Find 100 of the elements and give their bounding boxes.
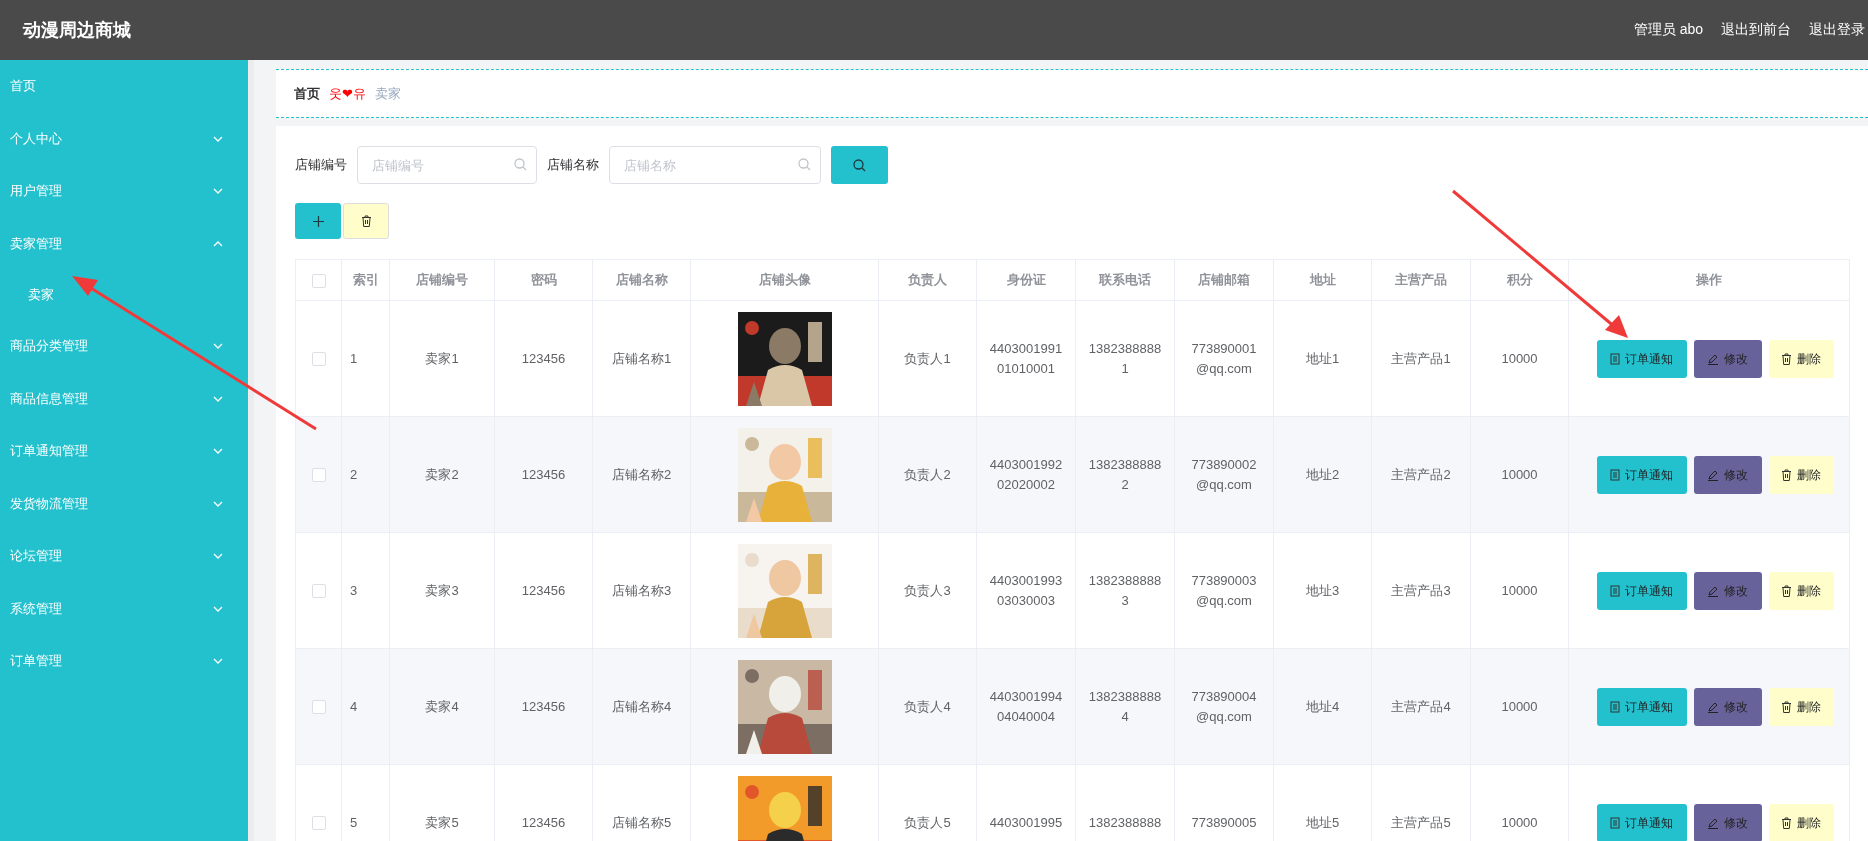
trash-icon [1781,468,1792,481]
chevron-icon [213,240,223,247]
menu-item[interactable]: 系统管理 [0,582,248,635]
table-cell: 10000 [1501,350,1538,366]
table-cell: 773890004@qq.com [1191,688,1257,724]
field-label: 店铺名称 [547,156,599,174]
delete-button[interactable]: 删除 [1768,803,1834,841]
trash-icon [1781,700,1792,713]
menu-item[interactable]: 发货物流管理 [0,477,248,530]
order-notice-button[interactable]: 订单通知 [1596,455,1687,494]
table-cell: 地址1 [1305,350,1340,366]
checkbox[interactable] [311,700,326,715]
document-icon [1610,352,1620,365]
table-cell: 13823888881 [1088,340,1162,376]
edit-button[interactable]: 修改 [1693,571,1762,610]
document-icon [1610,816,1620,829]
checkbox[interactable] [311,816,326,831]
document-icon [1610,700,1620,713]
checkbox[interactable] [311,468,326,483]
checkbox[interactable] [311,273,326,288]
table-cell: 123456 [521,466,566,482]
menu-item[interactable]: 商品分类管理 [0,320,248,373]
table-cell: 13823888884 [1088,688,1162,724]
menu-item[interactable]: 首页 [0,60,248,113]
checkbox[interactable] [311,584,326,599]
breadcrumb-current: 卖家 [374,84,401,103]
chevron-icon [213,343,223,350]
table-cell: 123456 [521,350,566,366]
table-cell: 地址4 [1305,698,1340,714]
delete-button[interactable]: 删除 [1768,571,1834,610]
order-notice-button[interactable]: 订单通知 [1596,339,1687,378]
pen-icon [1707,816,1719,829]
checkbox[interactable] [311,352,326,367]
table-cell: 1382388888 [1088,814,1162,830]
table-cell: 5 [350,814,358,830]
table-cell: 440300199404040004 [989,688,1063,724]
menu-item[interactable]: 个人中心 [0,112,248,165]
chevron-icon [213,658,223,665]
delete-button[interactable] [343,203,389,239]
delete-button[interactable]: 删除 [1768,687,1834,726]
chevron-icon [213,500,223,507]
table-cell: 123456 [521,698,566,714]
search-button[interactable] [831,146,888,184]
menu-item[interactable]: 论坛管理 [0,530,248,583]
header-link[interactable]: 退出到前台 [1721,21,1791,39]
table-cell: 负责人5 [904,814,951,830]
menu-item[interactable]: 商品信息管理 [0,372,248,425]
order-notice-button[interactable]: 订单通知 [1596,803,1687,841]
chevron-icon [213,448,223,455]
column-header: 积分 [1506,272,1533,287]
table-cell: 13823888883 [1088,572,1162,608]
order-notice-button[interactable]: 订单通知 [1596,571,1687,610]
column-header: 联系电话 [1099,272,1151,287]
header-link[interactable]: 退出登录 [1809,21,1865,39]
search-icon [853,158,866,172]
menu-item[interactable]: 订单通知管理 [0,425,248,478]
table-cell: 4 [350,698,358,714]
edit-button[interactable]: 修改 [1693,687,1762,726]
table-cell: 主营产品4 [1391,698,1451,714]
column-header: 负责人 [908,272,947,287]
breadcrumb-link[interactable]: 首页 [294,84,320,103]
plus-icon [312,215,324,227]
table-cell: 440300199101010001 [989,340,1063,376]
chevron-icon [213,188,223,195]
delete-button[interactable]: 删除 [1768,339,1834,378]
table-cell: 地址2 [1305,466,1340,482]
pen-icon [1707,468,1719,481]
app-title: 动漫周边商城 [23,19,132,42]
search-field[interactable]: 店铺名称 [609,146,821,184]
order-notice-button[interactable]: 订单通知 [1596,687,1687,726]
search-icon [514,158,527,171]
submenu-item[interactable]: 卖家 [0,270,248,320]
table-cell: 店铺名称3 [611,582,672,598]
delete-button[interactable]: 删除 [1768,455,1834,494]
search-field[interactable]: 店铺编号 [357,146,537,184]
edit-button[interactable]: 修改 [1693,803,1762,841]
table-cell: 773890003@qq.com [1191,572,1257,608]
column-header: 店铺邮箱 [1198,272,1250,287]
table-cell: 负责人3 [904,582,951,598]
table-cell: 地址3 [1305,582,1340,598]
edit-button[interactable]: 修改 [1693,339,1762,378]
menu-item[interactable]: 用户管理 [0,165,248,218]
table-cell: 主营产品5 [1391,814,1451,830]
table-cell: 地址5 [1305,814,1340,830]
table-cell: 10000 [1501,814,1538,830]
table-cell: 10000 [1501,466,1538,482]
header-link[interactable]: 管理员 abo [1633,21,1703,39]
chevron-icon [213,553,223,560]
table-cell: 13823888882 [1088,456,1162,492]
table-cell: 卖家5 [425,814,459,830]
table-cell: 10000 [1501,582,1538,598]
table-cell: 123456 [521,814,566,830]
menu-item[interactable]: 卖家管理 [0,217,248,270]
table-cell: 440300199202020002 [989,456,1063,492]
table-cell: 负责人1 [904,350,951,366]
edit-button[interactable]: 修改 [1693,455,1762,494]
chevron-icon [213,135,223,142]
table-cell: 773890001@qq.com [1191,340,1257,376]
table-cell: 负责人4 [904,698,951,714]
menu-item[interactable]: 订单管理 [0,635,248,688]
